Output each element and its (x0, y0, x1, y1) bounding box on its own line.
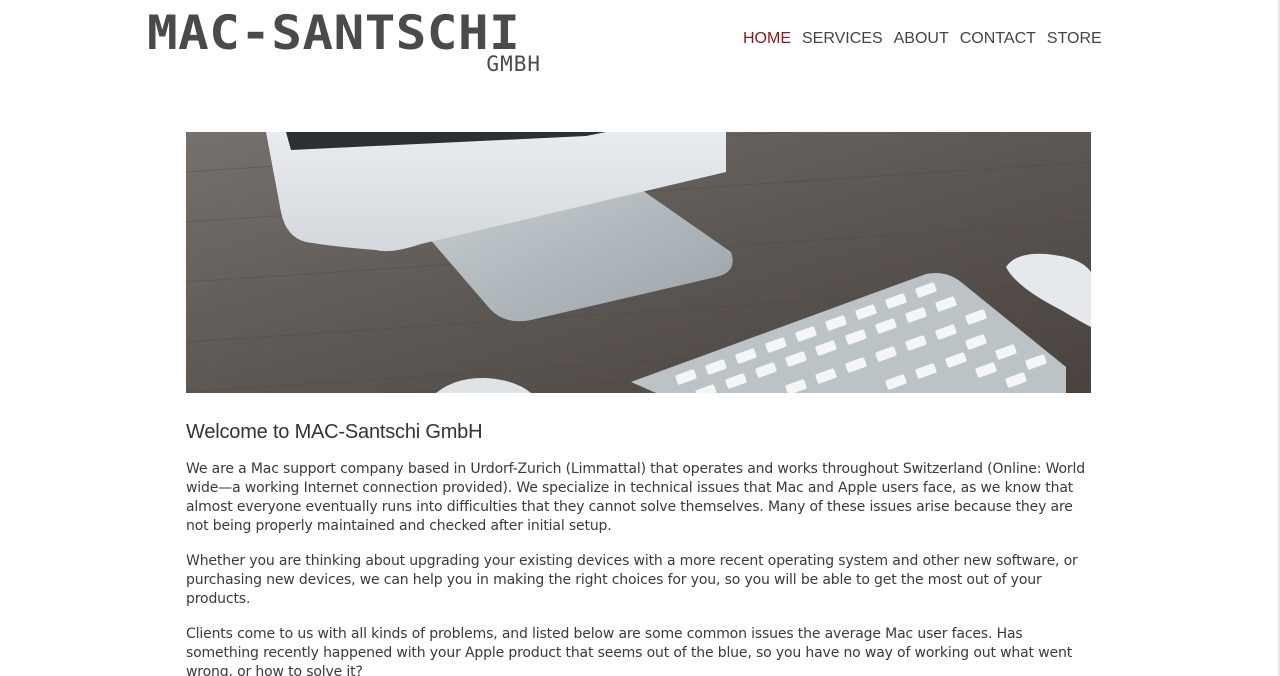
page: MAC-SANTSCHI GMBH HOME SERVICES ABOUT CO… (0, 0, 1280, 676)
site-logo[interactable]: MAC-SANTSCHI GMBH (147, 10, 547, 76)
intro-paragraph-3: Clients come to us with all kinds of pro… (186, 626, 1073, 676)
nav-about[interactable]: ABOUT (894, 29, 949, 49)
logo-sub-text: GMBH (486, 52, 541, 76)
nav-store[interactable]: STORE (1047, 29, 1102, 49)
main-nav: HOME SERVICES ABOUT CONTACT STORE (743, 29, 1102, 49)
desk-photo-icon (186, 132, 1091, 393)
nav-home[interactable]: HOME (743, 29, 791, 49)
intro-paragraph-1: We are a Mac support company based in Ur… (186, 461, 1085, 534)
intro-paragraph-2: Whether you are thinking about upgrading… (186, 553, 1078, 607)
hero-image (186, 132, 1091, 393)
nav-contact[interactable]: CONTACT (960, 29, 1036, 49)
page-title: Welcome to MAC-Santschi GmbH (186, 421, 483, 443)
main-content: Welcome to MAC-Santschi GmbH We are a Ma… (186, 420, 1091, 676)
logo-main-text: MAC-SANTSCHI (147, 6, 521, 61)
nav-services[interactable]: SERVICES (802, 29, 883, 49)
